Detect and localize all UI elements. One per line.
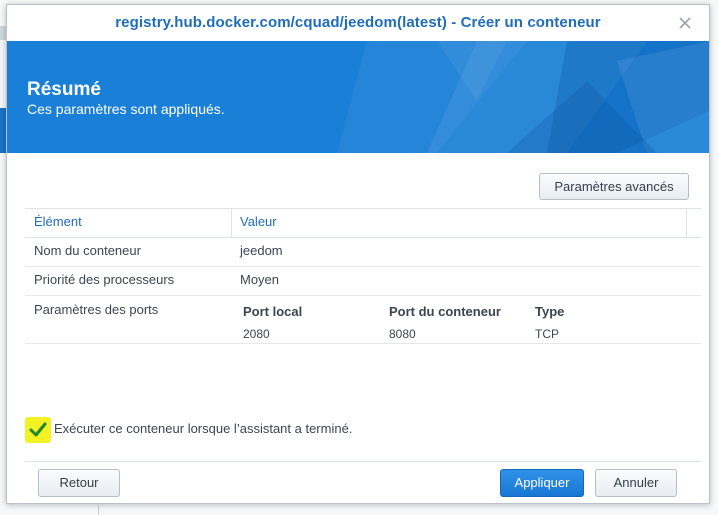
column-header-element[interactable]: Élément [34,209,82,237]
banner-title: Résumé [27,79,101,100]
advanced-settings-button[interactable]: Paramètres avancés [539,173,689,200]
value-header-cell: Valeur [231,209,687,237]
banner-pattern [337,41,709,153]
dialog-titlebar: registry.hub.docker.com/cquad/jeedom(lat… [7,5,709,41]
row-label: Nom du conteneur [34,243,141,258]
table-row: Nom du conteneur jeedom [25,238,701,267]
apply-button[interactable]: Appliquer [500,469,584,497]
table-row: Priorité des processeurs Moyen [25,267,701,296]
dialog-title: registry.hub.docker.com/cquad/jeedom(lat… [115,14,601,31]
port-local-header: Port local [243,304,303,319]
banner-subtitle: Ces paramètres sont appliqués. [27,101,225,117]
row-label: Priorité des processeurs [34,272,175,287]
checkmark-icon [29,422,47,437]
run-after-label[interactable]: Exécuter ce conteneur lorsque l’assistan… [54,421,352,436]
background-divider [98,505,99,515]
close-button[interactable] [675,13,695,33]
footer-divider [25,461,701,462]
container-port-header: Port du conteneur [389,304,501,319]
port-type-value: TCP [535,327,559,341]
column-header-value[interactable]: Valeur [240,209,277,237]
row-value: Moyen [240,272,280,287]
row-value: jeedom [240,243,283,258]
port-local-value: 2080 [243,327,270,341]
summary-table: Élément Valeur Nom du conteneur jeedom P… [25,208,701,344]
table-row-ports: Paramètres des ports Port local Port du … [25,296,701,344]
back-button[interactable]: Retour [38,469,120,497]
cancel-button[interactable]: Annuler [595,469,677,497]
port-type-header: Type [535,304,565,319]
container-port-value: 8080 [389,327,416,341]
table-header: Élément Valeur [25,208,701,238]
create-container-dialog: registry.hub.docker.com/cquad/jeedom(lat… [6,4,710,504]
ports-label: Paramètres des ports [34,302,159,317]
run-after-checkbox[interactable] [25,417,51,443]
summary-banner: Résumé Ces paramètres sont appliqués. [7,41,709,153]
close-icon [679,17,691,29]
